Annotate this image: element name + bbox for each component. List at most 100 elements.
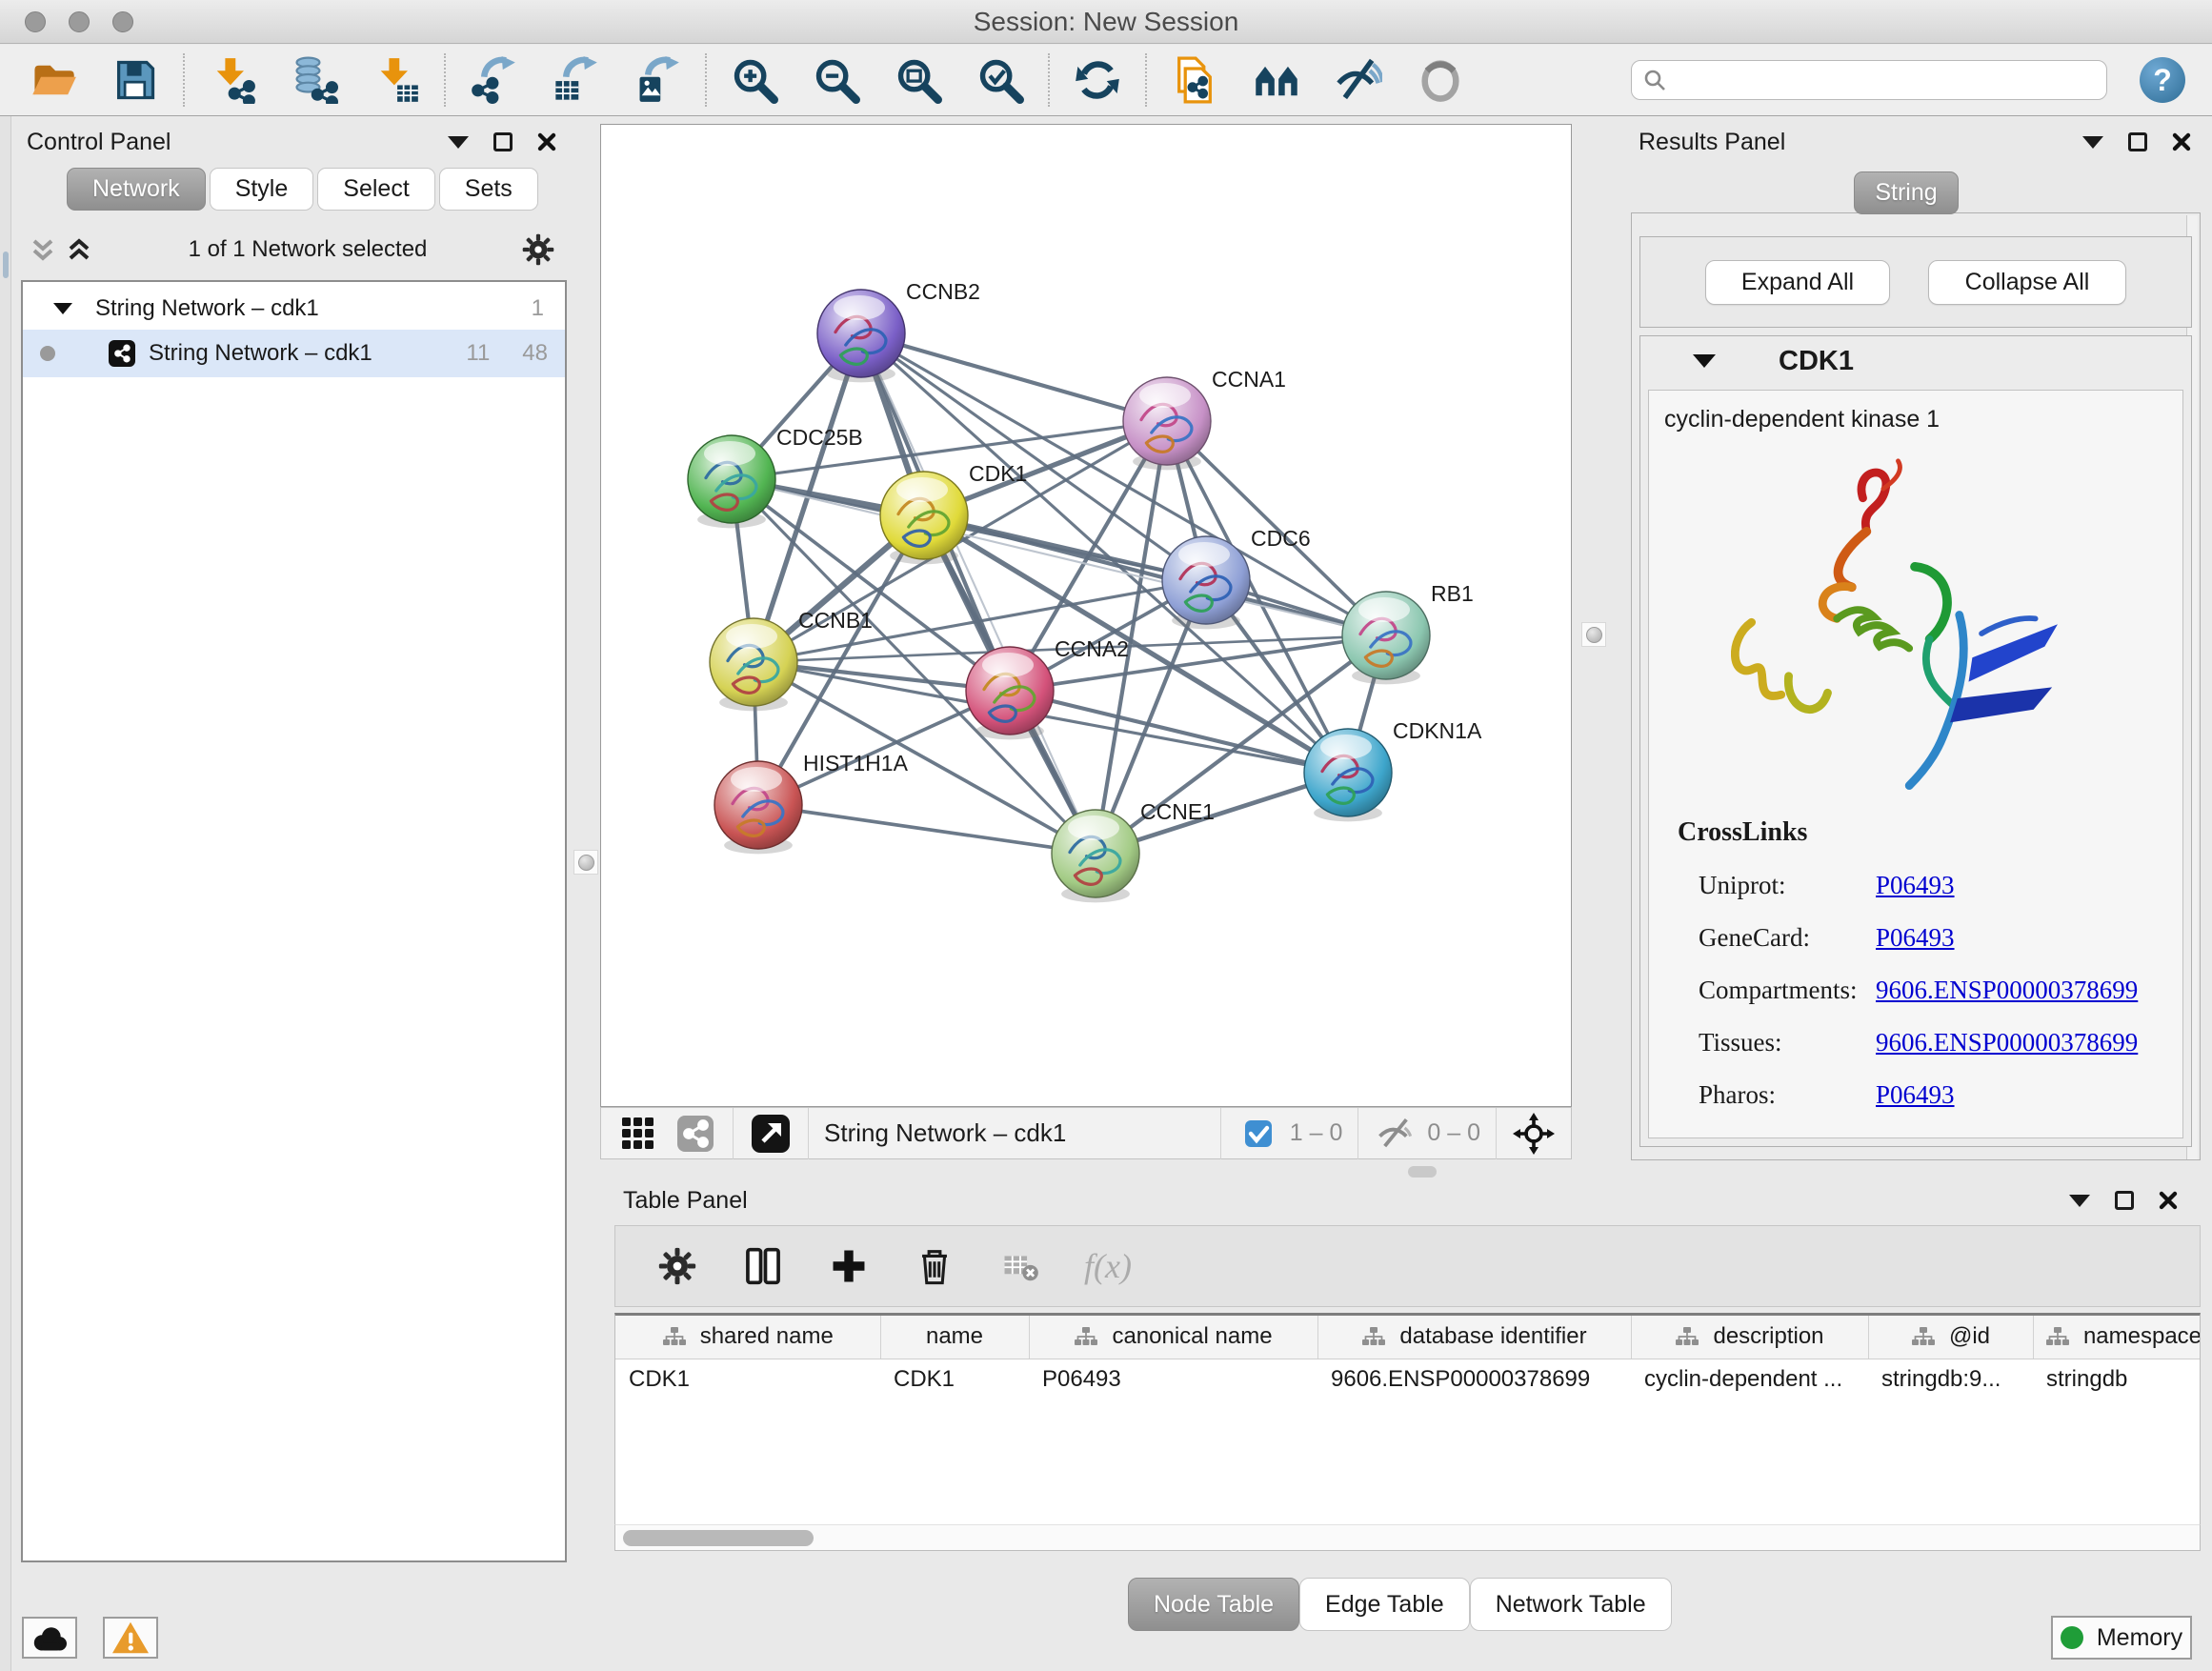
- table-horizontal-scrollbar[interactable]: [614, 1524, 2201, 1551]
- tab-node-table[interactable]: Node Table: [1128, 1578, 1299, 1631]
- crosslink-link[interactable]: 9606.ENSP00000378699: [1876, 1028, 2138, 1057]
- zoom-in-icon[interactable]: [728, 53, 781, 107]
- tab-network-table[interactable]: Network Table: [1470, 1578, 1672, 1631]
- node-CDC25B[interactable]: [688, 435, 775, 528]
- open-session-icon[interactable]: [27, 53, 80, 107]
- node-table[interactable]: shared namenamecanonical namedatabase id…: [614, 1313, 2201, 1551]
- splitter-horizontal-handle[interactable]: [1408, 1166, 1437, 1178]
- import-table-from-file-icon[interactable]: [370, 53, 423, 107]
- clone-network-icon[interactable]: [1168, 53, 1221, 107]
- float-panel-icon[interactable]: [493, 132, 513, 151]
- column-header-database-identifier[interactable]: database identifier: [1317, 1316, 1631, 1359]
- update-network-icon[interactable]: [1071, 53, 1124, 107]
- add-column-icon[interactable]: [827, 1244, 871, 1288]
- hide-selected-icon[interactable]: [1332, 53, 1385, 107]
- node-CDKN1A[interactable]: [1304, 729, 1392, 821]
- show-all-icon[interactable]: [1414, 53, 1467, 107]
- maximize-window-button[interactable]: [112, 11, 133, 32]
- open-in-window-icon[interactable]: [749, 1112, 793, 1156]
- network-canvas[interactable]: CCNB2CCNA1CDC25BCDK1CDC6RB1CCNB1CCNA2CDK…: [601, 125, 1571, 1106]
- gene-entry-header[interactable]: CDK1: [1640, 336, 2191, 386]
- edge-CCNB2-CCNA1[interactable]: [861, 333, 1167, 421]
- import-network-from-file-icon[interactable]: [206, 53, 259, 107]
- crosslink-link[interactable]: 9606.ENSP00000378699: [1876, 976, 2138, 1005]
- grid-view-icon[interactable]: [616, 1112, 660, 1156]
- table-cell[interactable]: 9606.ENSP00000378699: [1317, 1359, 1631, 1400]
- share-network-icon[interactable]: [674, 1112, 717, 1156]
- search-input[interactable]: [1631, 60, 2107, 100]
- birdseye-view-icon[interactable]: [1250, 53, 1303, 107]
- function-builder-icon[interactable]: f(x): [1084, 1246, 1132, 1286]
- node-CDK1[interactable]: [880, 472, 968, 564]
- tab-select[interactable]: Select: [317, 168, 434, 211]
- zoom-selected-icon[interactable]: [974, 53, 1027, 107]
- panel-menu-icon[interactable]: [2082, 136, 2103, 149]
- export-image-icon[interactable]: [631, 53, 684, 107]
- column-header-description[interactable]: description: [1631, 1316, 1868, 1359]
- expand-all-icon[interactable]: [65, 233, 93, 266]
- collection-expander-icon[interactable]: [53, 303, 72, 314]
- tab-network[interactable]: Network: [67, 168, 206, 211]
- minimize-window-button[interactable]: [69, 11, 90, 32]
- table-cell[interactable]: stringdb: [2033, 1359, 2201, 1400]
- export-network-to-file-icon[interactable]: [467, 53, 520, 107]
- import-network-from-database-icon[interactable]: [288, 53, 341, 107]
- node-CCNB1[interactable]: [710, 618, 797, 711]
- splitter-collapse-left-handle[interactable]: [573, 850, 598, 875]
- column-header-canonical-name[interactable]: canonical name: [1029, 1316, 1317, 1359]
- collapse-all-button[interactable]: Collapse All: [1928, 260, 2126, 305]
- float-panel-icon[interactable]: [2128, 132, 2147, 151]
- collapse-all-icon[interactable]: [29, 233, 57, 266]
- tab-string[interactable]: String: [1854, 171, 1959, 214]
- expand-all-button[interactable]: Expand All: [1705, 260, 1890, 305]
- splitter-collapse-right-handle[interactable]: [1581, 622, 1606, 647]
- float-panel-icon[interactable]: [2115, 1191, 2134, 1210]
- show-columns-icon[interactable]: [741, 1244, 785, 1288]
- delete-column-trash-icon[interactable]: [913, 1244, 956, 1288]
- table-cell[interactable]: cyclin-dependent ...: [1631, 1359, 1868, 1400]
- column-header-@id[interactable]: @id: [1868, 1316, 2033, 1359]
- pan-crosshair-icon[interactable]: [1512, 1112, 1556, 1156]
- edge-HIST1H1A-CCNE1[interactable]: [758, 805, 1096, 854]
- node-CCNA1[interactable]: [1123, 377, 1211, 470]
- node-table-grid[interactable]: shared namenamecanonical namedatabase id…: [615, 1316, 2201, 1400]
- close-panel-icon[interactable]: [537, 132, 556, 151]
- edge-CCNB2-CCNE1[interactable]: [861, 333, 1096, 854]
- delete-table-icon[interactable]: [998, 1244, 1042, 1288]
- column-header-shared-name[interactable]: shared name: [615, 1316, 880, 1359]
- table-cell[interactable]: CDK1: [615, 1359, 880, 1400]
- tab-edge-table[interactable]: Edge Table: [1299, 1578, 1470, 1631]
- node-HIST1H1A[interactable]: [714, 761, 802, 854]
- memory-button[interactable]: Memory: [2051, 1616, 2192, 1660]
- warning-status-button[interactable]: [103, 1617, 158, 1659]
- selected-checkbox-icon[interactable]: [1237, 1112, 1280, 1156]
- column-header-name[interactable]: name: [880, 1316, 1029, 1359]
- table-row[interactable]: CDK1CDK1P064939606.ENSP00000378699cyclin…: [615, 1359, 2201, 1400]
- close-panel-icon[interactable]: [2159, 1191, 2178, 1210]
- scrollbar-thumb[interactable]: [623, 1530, 814, 1546]
- table-cell[interactable]: CDK1: [880, 1359, 1029, 1400]
- close-panel-icon[interactable]: [2172, 132, 2191, 151]
- node-RB1[interactable]: [1342, 592, 1430, 684]
- close-window-button[interactable]: [25, 11, 46, 32]
- panel-menu-icon[interactable]: [448, 136, 469, 149]
- crosslink-link[interactable]: P06493: [1876, 923, 1955, 953]
- network-row-selected[interactable]: String Network – cdk1 11 48: [23, 330, 565, 377]
- tab-style[interactable]: Style: [210, 168, 314, 211]
- node-CCNE1[interactable]: [1052, 810, 1139, 902]
- network-view[interactable]: CCNB2CCNA1CDC25BCDK1CDC6RB1CCNB1CCNA2CDK…: [600, 124, 1572, 1107]
- help-button[interactable]: ?: [2140, 57, 2185, 103]
- zoom-out-icon[interactable]: [810, 53, 863, 107]
- network-options-gear-icon[interactable]: [522, 233, 554, 266]
- export-table-to-file-icon[interactable]: [549, 53, 602, 107]
- hidden-eye-slash-icon[interactable]: [1374, 1112, 1418, 1156]
- cloud-status-button[interactable]: [22, 1617, 77, 1659]
- node-CCNA2[interactable]: [966, 647, 1054, 739]
- tab-sets[interactable]: Sets: [439, 168, 538, 211]
- crosslink-link[interactable]: P06493: [1876, 871, 1955, 900]
- table-cell[interactable]: stringdb:9...: [1868, 1359, 2033, 1400]
- network-collection-row[interactable]: String Network – cdk1 1: [23, 288, 565, 330]
- zoom-fit-content-icon[interactable]: [892, 53, 945, 107]
- table-cell[interactable]: P06493: [1029, 1359, 1317, 1400]
- column-header-namespace[interactable]: namespace: [2033, 1316, 2201, 1359]
